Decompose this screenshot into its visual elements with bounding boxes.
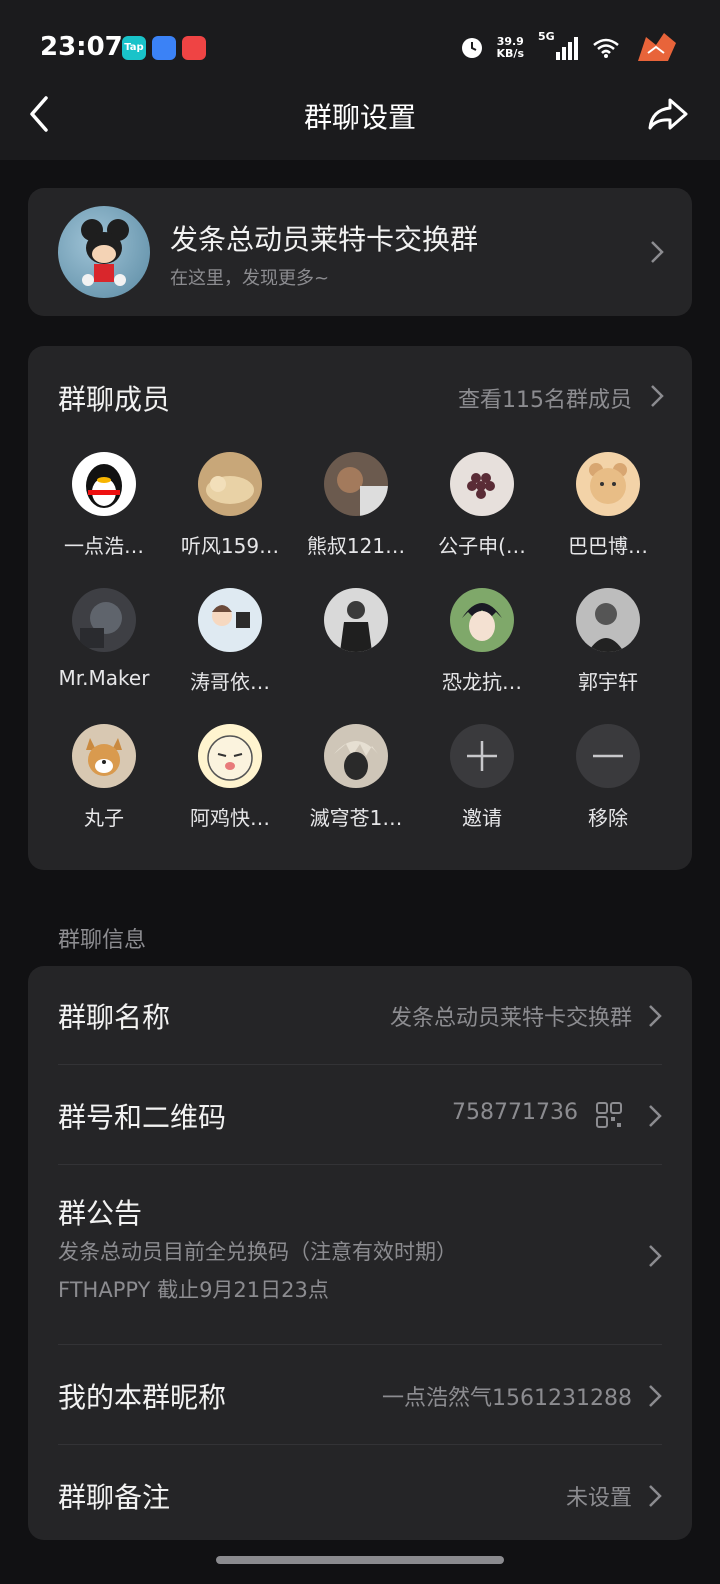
remove-label: 移除 xyxy=(588,806,628,830)
member-name: 公子申(… xyxy=(438,534,526,558)
plus-icon[interactable] xyxy=(450,724,514,788)
my-nickname-row[interactable]: 我的本群昵称 一点浩然气1561231288 xyxy=(58,1344,662,1445)
dark-photo-avatar xyxy=(72,588,136,652)
group-info-card: 群聊名称 发条总动员莱特卡交换群 群号和二维码 758771736 群公告 发条… xyxy=(28,966,692,1540)
grape-doodle-avatar xyxy=(450,452,514,516)
member-name: 听风159… xyxy=(180,534,280,558)
group-subtitle: 在这里，发现更多~ xyxy=(170,268,330,289)
group-notice-row[interactable]: 群公告 发条总动员目前全兑换码（注意有效时期） FTHAPPY 截止9月21日2… xyxy=(58,1164,662,1345)
group-profile-card[interactable]: 发条总动员莱特卡交换群 在这里，发现更多~ xyxy=(28,188,692,316)
alarm-icon xyxy=(461,38,482,58)
red-app-icon xyxy=(182,36,206,60)
member-item[interactable]: 阿鸡快… xyxy=(164,724,296,831)
member-item[interactable]: 郭宇轩 xyxy=(542,588,674,695)
group-name-value: 发条总动员莱特卡交换群 xyxy=(389,1006,632,1031)
group-remark-label: 群聊备注 xyxy=(58,1481,171,1514)
member-name: 滅穹苍1… xyxy=(309,806,403,830)
group-notice-label: 群公告 xyxy=(58,1197,143,1230)
member-item[interactable]: 熊叔121… xyxy=(290,452,422,559)
share-icon[interactable] xyxy=(646,94,690,134)
member-item[interactable]: 丸子 xyxy=(38,724,170,831)
chevron-right-icon xyxy=(649,1385,662,1407)
member-name: 恐龙抗… xyxy=(442,670,522,694)
group-name-label: 群聊名称 xyxy=(58,1001,171,1034)
page-title: 群聊设置 xyxy=(303,101,416,134)
bw-portrait-avatar xyxy=(576,588,640,652)
man-suit-avatar xyxy=(324,588,388,652)
chevron-right-icon xyxy=(649,1245,662,1267)
bear-cartoon-avatar xyxy=(576,452,640,516)
sleeping-dog-avatar xyxy=(198,452,262,516)
section-label-group-info: 群聊信息 xyxy=(58,928,147,953)
member-item[interactable]: 恐龙抗… xyxy=(416,588,548,695)
member-name: 丸子 xyxy=(84,806,124,830)
member-item[interactable]: 巴巴博… xyxy=(542,452,674,559)
signal-icon: 5G xyxy=(538,30,578,62)
member-name: 巴巴博… xyxy=(568,534,648,558)
chevron-right-icon xyxy=(649,1005,662,1027)
remove-button[interactable]: 移除 xyxy=(542,724,674,831)
speed-unit: KB/s xyxy=(496,47,524,60)
game-logo-icon xyxy=(638,33,676,61)
member-item[interactable]: 公子申(… xyxy=(416,452,548,559)
member-name: 郭宇轩 xyxy=(578,670,638,694)
status-time: 23:07 xyxy=(40,32,123,62)
group-number-value: 758771736 xyxy=(452,1100,578,1125)
group-number-label: 群号和二维码 xyxy=(58,1101,227,1134)
member-item[interactable]: Mr.Maker xyxy=(38,588,170,690)
network-speed: 39.9 KB/s xyxy=(497,36,524,60)
qr-code-icon[interactable] xyxy=(596,1102,622,1128)
group-remark-row[interactable]: 群聊备注 未设置 xyxy=(58,1444,662,1540)
group-notice-line2: FTHAPPY 截止9月21日23点 xyxy=(58,1278,329,1302)
anime-boy-avatar xyxy=(450,588,514,652)
chevron-right-icon xyxy=(651,241,664,263)
group-name: 发条总动员莱特卡交换群 xyxy=(170,223,479,256)
chevron-right-icon[interactable] xyxy=(650,384,664,408)
network-type: 5G xyxy=(538,30,555,43)
view-all-members-link[interactable]: 查看115名群成员 xyxy=(458,382,632,414)
chevron-right-icon xyxy=(649,1105,662,1127)
taptap-icon: Tap xyxy=(122,36,146,60)
cartoon-boy-avatar xyxy=(198,588,262,652)
member-name: 熊叔121… xyxy=(306,534,406,558)
home-indicator[interactable] xyxy=(216,1556,504,1564)
group-name-row[interactable]: 群聊名称 发条总动员莱特卡交换群 xyxy=(58,966,662,1065)
chevron-right-icon xyxy=(649,1485,662,1507)
cat-cartoon-avatar xyxy=(198,724,262,788)
files-icon xyxy=(152,36,176,60)
member-name: 一点浩… xyxy=(64,534,144,558)
man-photo-avatar xyxy=(324,452,388,516)
wifi-icon xyxy=(593,38,619,58)
my-nickname-value: 一点浩然气1561231288 xyxy=(382,1386,632,1411)
member-item[interactable]: 涛哥依… xyxy=(164,588,296,695)
anime-silver-avatar xyxy=(324,724,388,788)
shiba-dog-avatar xyxy=(72,724,136,788)
member-name: 阿鸡快… xyxy=(190,806,270,830)
group-remark-value: 未设置 xyxy=(565,1486,632,1511)
my-nickname-label: 我的本群昵称 xyxy=(58,1381,227,1414)
members-title: 群聊成员 xyxy=(58,383,171,416)
group-number-row[interactable]: 群号和二维码 758771736 xyxy=(58,1064,662,1165)
invite-button[interactable]: 邀请 xyxy=(416,724,548,831)
member-item[interactable]: 滅穹苍1… xyxy=(290,724,422,831)
member-name: Mr.Maker xyxy=(58,666,150,690)
group-avatar[interactable] xyxy=(58,206,150,298)
member-item[interactable] xyxy=(290,588,422,666)
member-item[interactable]: 一点浩… xyxy=(38,452,170,559)
qq-penguin-avatar xyxy=(72,452,136,516)
invite-label: 邀请 xyxy=(462,806,502,830)
status-right: 39.9 KB/s 5G xyxy=(461,30,680,66)
members-card: 群聊成员 查看115名群成员 一点浩… 听风159… 熊叔121… 公子申(… … xyxy=(28,346,692,870)
member-name: 涛哥依… xyxy=(190,670,270,694)
minus-icon[interactable] xyxy=(576,724,640,788)
member-item[interactable]: 听风159… xyxy=(164,452,296,559)
group-notice-line1: 发条总动员目前全兑换码（注意有效时期） xyxy=(58,1240,457,1264)
